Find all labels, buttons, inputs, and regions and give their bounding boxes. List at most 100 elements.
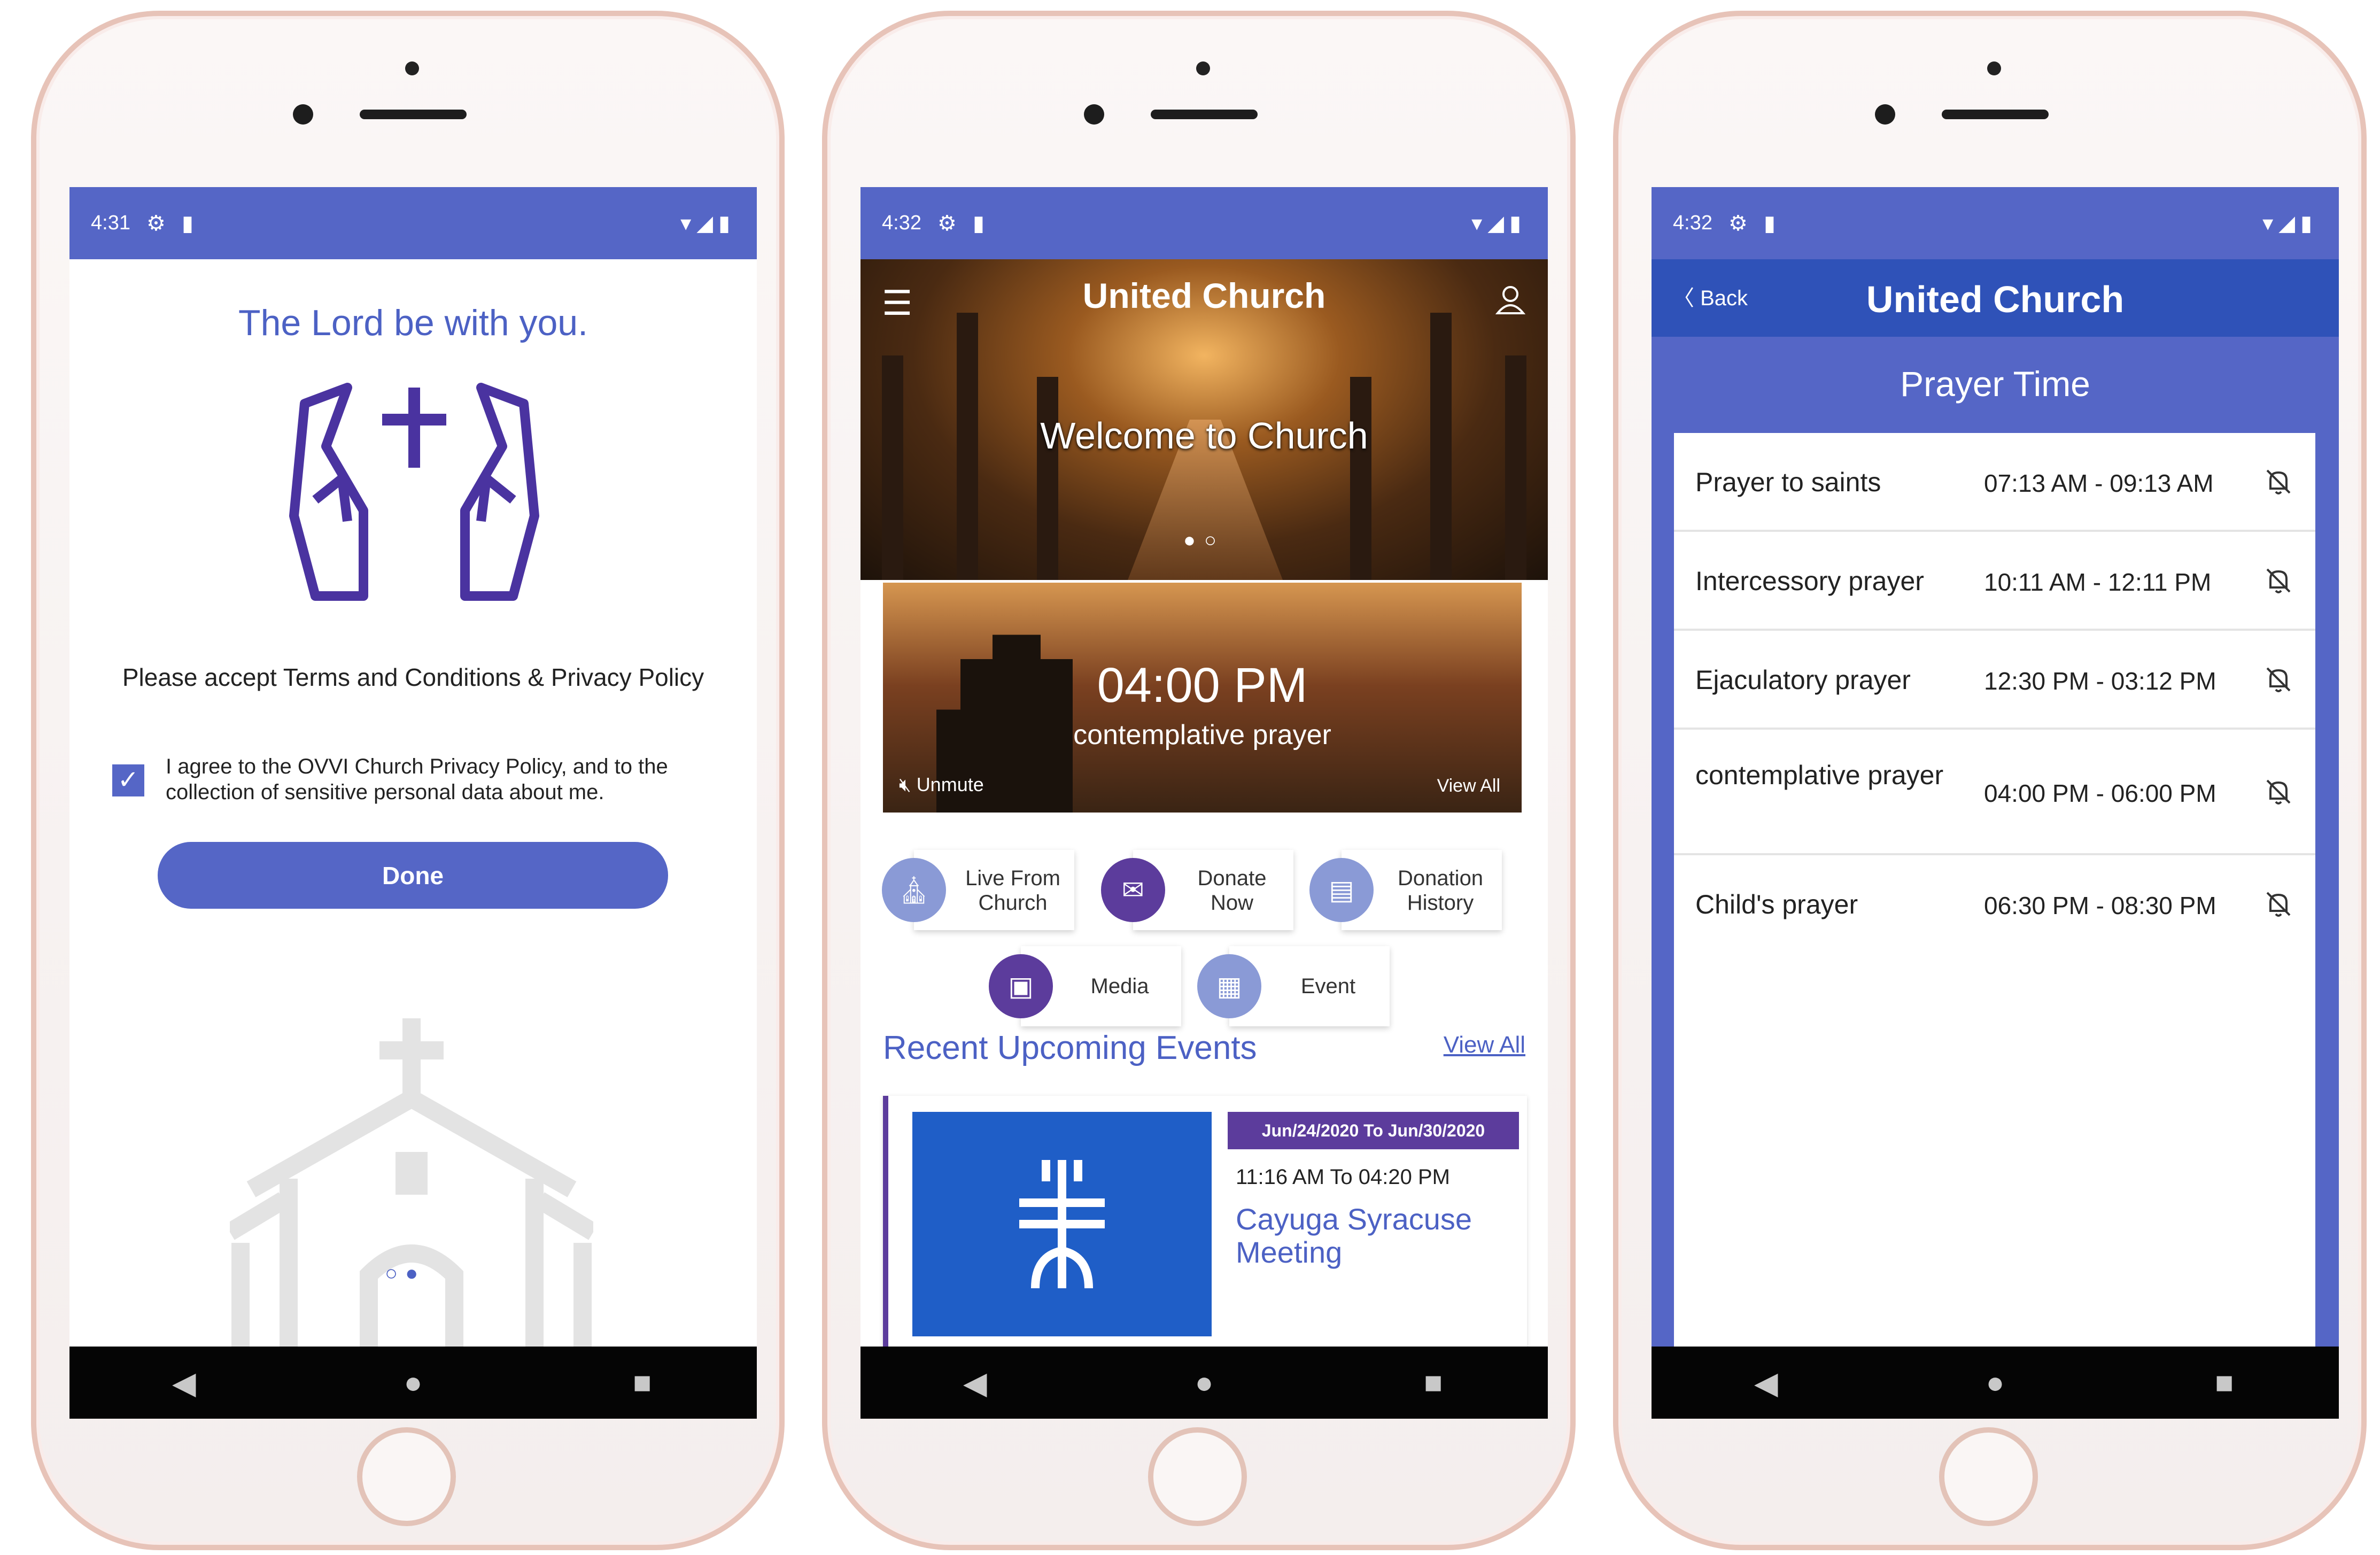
status-bar: 4:32 ⚙ ▮ ▾◢▮ xyxy=(860,187,1548,259)
events-section-title: Recent Upcoming Events xyxy=(883,1030,1257,1066)
bell-off-icon[interactable] xyxy=(2263,664,2294,695)
prayer-time-range: 07:13 AM - 09:13 AM xyxy=(1984,469,2214,497)
status-time: 4:32 xyxy=(1673,212,1712,234)
back-triangle-icon[interactable]: ◀ xyxy=(1734,1365,1798,1401)
event-calendar-icon: ▦ xyxy=(1197,954,1261,1018)
gear-icon: ⚙ xyxy=(1728,211,1748,235)
home-button[interactable] xyxy=(1939,1427,2038,1526)
bell-off-icon[interactable] xyxy=(2263,565,2294,596)
status-time: 4:32 xyxy=(882,212,921,234)
prayer-time-range: 04:00 PM - 06:00 PM xyxy=(1984,779,2216,807)
earpiece-speaker xyxy=(360,110,467,119)
front-camera-dot xyxy=(1987,61,2001,75)
prayer-view-all-link[interactable]: View All xyxy=(1437,776,1500,796)
home-button[interactable] xyxy=(357,1427,456,1526)
recents-square-icon[interactable]: ■ xyxy=(1401,1365,1466,1401)
phone-frame-1: 4:31 ⚙ ▮ ▾◢▮ The Lord be with you. Pleas… xyxy=(31,11,785,1550)
event-button[interactable]: ▦ Event xyxy=(1197,946,1390,1026)
earpiece-speaker xyxy=(1151,110,1258,119)
home-button[interactable] xyxy=(1148,1427,1247,1526)
media-icon: ▣ xyxy=(989,954,1053,1018)
prayer-row[interactable]: Prayer to saints 07:13 AM - 09:13 AM xyxy=(1674,433,2315,532)
screen-home: 4:32 ⚙ ▮ ▾◢▮ ☰ United Church Welcome to … xyxy=(860,187,1548,1419)
praying-hands-cross-icon xyxy=(289,383,539,601)
live-church-icon: ⛪︎ xyxy=(882,858,946,922)
android-nav-bar: ◀ ● ■ xyxy=(1652,1347,2339,1419)
sd-card-icon: ▮ xyxy=(1763,211,1776,235)
wifi-signal-battery-icons: ▾◢▮ xyxy=(680,211,735,235)
section-title: Prayer Time xyxy=(1900,364,2090,404)
onboarding-page-dots: ○● xyxy=(385,1262,426,1285)
camera-lens xyxy=(1875,104,1895,125)
prayer-row[interactable]: contemplative prayer 04:00 PM - 06:00 PM xyxy=(1674,730,2315,855)
prayer-name: Intercessory prayer xyxy=(1695,566,1924,596)
home-circle-icon[interactable]: ● xyxy=(381,1365,445,1401)
prayer-row[interactable]: Intercessory prayer 10:11 AM - 12:11 PM xyxy=(1674,532,2315,631)
front-camera-dot xyxy=(1196,61,1210,75)
prayer-time-range: 10:11 AM - 12:11 PM xyxy=(1984,568,2212,596)
event-time: 11:16 AM To 04:20 PM xyxy=(1236,1165,1450,1189)
prayer-row[interactable]: Child's prayer 06:30 PM - 08:30 PM xyxy=(1674,855,2315,954)
sd-card-icon: ▮ xyxy=(972,211,984,235)
donation-history-icon: ▤ xyxy=(1309,858,1374,922)
prayer-card[interactable]: 04:00 PM contemplative prayer 🔇︎ Unmute … xyxy=(883,583,1522,813)
live-from-church-button[interactable]: ⛪︎ Live From Church xyxy=(882,850,1074,930)
earpiece-speaker xyxy=(1942,110,2049,119)
recents-square-icon[interactable]: ■ xyxy=(610,1365,675,1401)
app-title: United Church xyxy=(1866,278,2125,320)
camera-lens xyxy=(293,104,313,125)
greeting-title: The Lord be with you. xyxy=(238,303,588,343)
event-date-badge: Jun/24/2020 To Jun/30/2020 xyxy=(1228,1112,1519,1149)
prayer-row[interactable]: Ejaculatory prayer 12:30 PM - 03:12 PM xyxy=(1674,631,2315,730)
back-triangle-icon[interactable]: ◀ xyxy=(943,1365,1007,1401)
media-button[interactable]: ▣ Media xyxy=(989,946,1181,1026)
android-nav-bar: ◀ ● ■ xyxy=(69,1347,757,1419)
wifi-signal-battery-icons: ▾◢▮ xyxy=(1471,211,1526,235)
prayer-time-range: 12:30 PM - 03:12 PM xyxy=(1984,667,2216,695)
screen-prayer-time: 4:32 ⚙ ▮ ▾◢▮ 〈 Back United Church Prayer… xyxy=(1652,187,2339,1419)
phone-frame-3: 4:32 ⚙ ▮ ▾◢▮ 〈 Back United Church Prayer… xyxy=(1613,11,2367,1550)
user-profile-icon[interactable] xyxy=(1494,283,1526,315)
app-header: 〈 Back United Church xyxy=(1652,259,2339,337)
prayer-name: Ejaculatory prayer xyxy=(1695,665,1911,695)
welcome-text: Welcome to Church xyxy=(1040,415,1368,457)
privacy-checkbox[interactable]: ✓ xyxy=(112,764,144,796)
church-illustration xyxy=(230,1018,593,1360)
terms-text: Please accept Terms and Conditions & Pri… xyxy=(122,663,704,691)
unmute-button[interactable]: 🔇︎ Unmute xyxy=(899,773,984,796)
carousel-dots: ●○ xyxy=(1183,529,1225,552)
back-triangle-icon[interactable]: ◀ xyxy=(152,1365,216,1401)
donation-history-button[interactable]: ▤ Donation History xyxy=(1309,850,1502,930)
home-circle-icon[interactable]: ● xyxy=(1963,1365,2027,1401)
wifi-signal-battery-icons: ▾◢▮ xyxy=(2262,211,2317,235)
bell-off-icon[interactable] xyxy=(2263,888,2294,919)
prayer-name: Child's prayer xyxy=(1695,889,1858,919)
event-image xyxy=(912,1112,1212,1336)
events-view-all-link[interactable]: View All xyxy=(1444,1032,1525,1058)
status-time: 4:31 xyxy=(91,212,130,234)
bell-off-icon[interactable] xyxy=(2263,776,2294,807)
front-camera-dot xyxy=(405,61,419,75)
status-bar: 4:31 ⚙ ▮ ▾◢▮ xyxy=(69,187,757,259)
event-name: Cayuga Syracuse Meeting xyxy=(1236,1202,1472,1269)
recents-square-icon[interactable]: ■ xyxy=(2192,1365,2257,1401)
gear-icon: ⚙ xyxy=(146,211,166,235)
screen-terms: 4:31 ⚙ ▮ ▾◢▮ The Lord be with you. Pleas… xyxy=(69,187,757,1419)
event-card[interactable]: Jun/24/2020 To Jun/30/2020 11:16 AM To 0… xyxy=(883,1096,1527,1363)
phone-frame-2: 4:32 ⚙ ▮ ▾◢▮ ☰ United Church Welcome to … xyxy=(822,11,1576,1550)
bell-off-icon[interactable] xyxy=(2263,466,2294,497)
mute-speaker-icon: 🔇︎ xyxy=(899,773,917,795)
sd-card-icon: ▮ xyxy=(181,211,193,235)
donate-icon: ✉︎ xyxy=(1101,858,1165,922)
prayer-time-range: 06:30 PM - 08:30 PM xyxy=(1984,892,2216,919)
done-button[interactable]: Done xyxy=(158,842,668,909)
donate-now-button[interactable]: ✉︎ Donate Now xyxy=(1101,850,1293,930)
home-circle-icon[interactable]: ● xyxy=(1172,1365,1236,1401)
church-interior-banner[interactable]: ☰ United Church Welcome to Church ●○ xyxy=(860,259,1548,580)
app-title: United Church xyxy=(1082,276,1326,315)
prayer-name: Prayer to saints xyxy=(1695,467,1881,497)
prayer-time: 04:00 PM xyxy=(1097,658,1308,713)
camera-lens xyxy=(1084,104,1104,125)
agree-label: I agree to the OVVI Church Privacy Polic… xyxy=(166,755,668,804)
status-bar: 4:32 ⚙ ▮ ▾◢▮ xyxy=(1652,187,2339,259)
